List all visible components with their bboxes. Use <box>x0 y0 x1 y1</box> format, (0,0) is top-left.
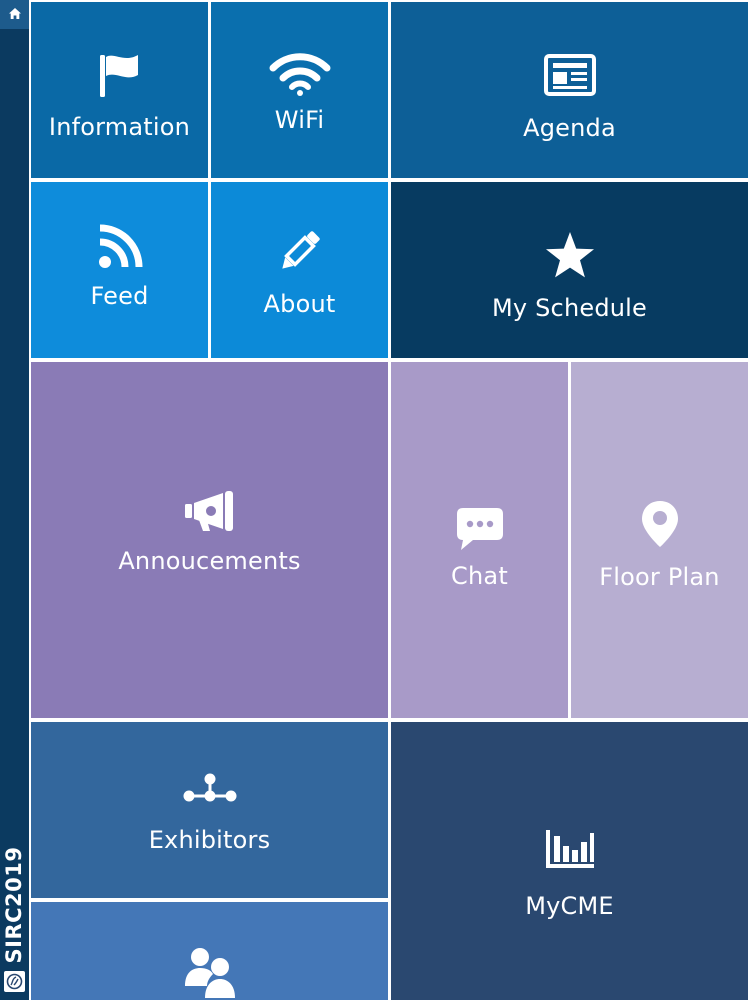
brand-logo-icon <box>4 971 25 992</box>
flag-icon <box>96 51 144 99</box>
tile-exhibitors-label: Exhibitors <box>148 826 271 854</box>
tile-chat[interactable]: Chat <box>391 362 568 718</box>
tile-my-schedule[interactable]: My Schedule <box>391 182 748 358</box>
tile-about[interactable]: About <box>211 182 388 358</box>
pencil-icon <box>275 226 325 276</box>
tile-wifi[interactable]: WiFi <box>211 2 388 178</box>
tile-exhibitors[interactable]: Exhibitors <box>31 722 388 898</box>
tile-wifi-label: WiFi <box>274 106 325 134</box>
newspaper-icon <box>543 54 596 96</box>
brand-title: SIRC2019 <box>2 846 26 964</box>
tile-announcements[interactable]: Annoucements <box>31 362 388 718</box>
tile-mycme[interactable]: MyCME <box>391 722 748 1000</box>
tile-my-schedule-label: My Schedule <box>491 294 648 322</box>
tile-feed[interactable]: Feed <box>31 182 208 358</box>
tile-floor-plan-label: Floor Plan <box>599 563 720 591</box>
tile-agenda[interactable]: Agenda <box>391 2 748 178</box>
tile-attendees[interactable] <box>31 902 388 1000</box>
sidebar: SIRC2019 <box>0 0 29 1000</box>
tile-information-label: Information <box>48 113 191 141</box>
users-icon <box>183 946 237 1000</box>
tile-chat-label: Chat <box>451 562 508 590</box>
tile-about-label: About <box>263 290 336 318</box>
star-icon <box>544 230 596 280</box>
rss-icon <box>97 224 143 270</box>
tile-announcements-label: Annoucements <box>118 547 301 575</box>
home-button[interactable] <box>0 0 29 29</box>
tile-information[interactable]: Information <box>31 2 208 178</box>
network-icon <box>182 772 238 806</box>
chat-bubble-icon <box>455 506 505 552</box>
bar-chart-icon <box>544 828 596 870</box>
tile-agenda-label: Agenda <box>523 114 616 142</box>
tile-mycme-label: MyCME <box>525 892 614 920</box>
wifi-icon <box>269 52 331 96</box>
tile-floor-plan[interactable]: Floor Plan <box>571 362 748 718</box>
megaphone-icon <box>183 489 237 535</box>
map-pin-icon <box>640 499 680 549</box>
tile-feed-label: Feed <box>90 282 149 310</box>
home-icon <box>8 5 22 24</box>
